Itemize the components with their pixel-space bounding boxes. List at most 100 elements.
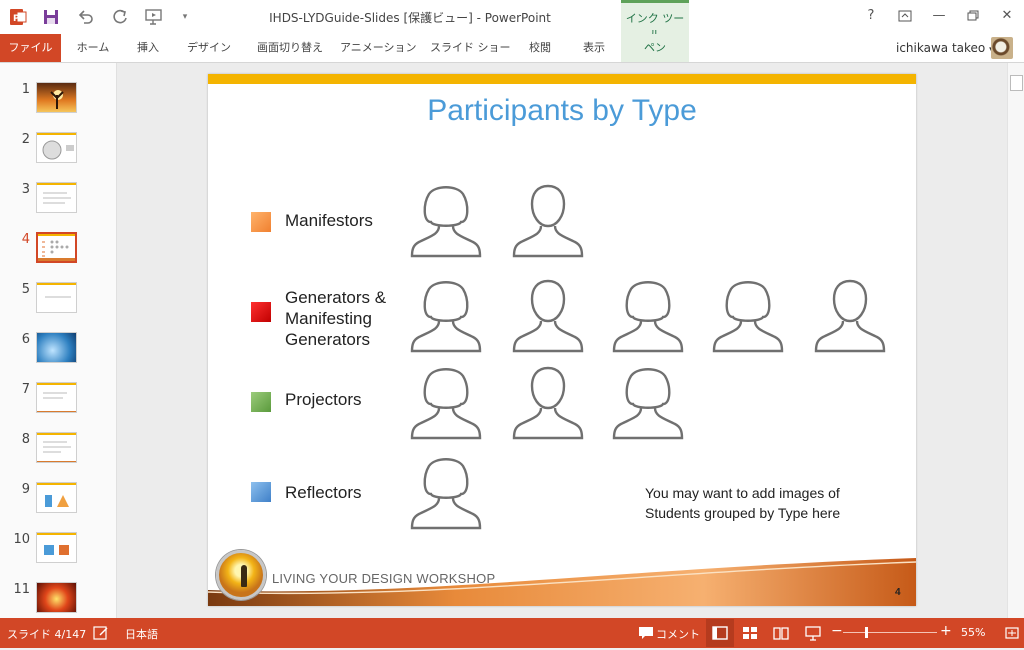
tab-transitions[interactable]: 画面切り替え — [250, 34, 330, 62]
thumbnail-image — [36, 182, 77, 213]
thumbnail-image — [36, 582, 77, 613]
restore-button[interactable] — [962, 6, 984, 26]
save-icon[interactable] — [41, 7, 63, 27]
thumbnail-number: 1 — [21, 82, 30, 97]
thumbnail-image — [36, 532, 77, 563]
generators-swatch — [251, 302, 271, 322]
thumbnail-number: 7 — [21, 382, 30, 397]
slide-number: 4 — [895, 587, 901, 598]
slide-canvas[interactable]: Participants by Type Manifestors Generat… — [208, 74, 916, 606]
reading-view-icon[interactable] — [772, 624, 790, 642]
footer-workshop-name[interactable]: LIVING YOUR DESIGN WORKSHOP — [272, 571, 495, 586]
thumbnail-image — [36, 232, 77, 263]
thumbnail-number: 3 — [21, 182, 30, 197]
tab-design[interactable]: デザイン — [182, 34, 236, 62]
thumbnail-number: 8 — [21, 432, 30, 447]
thumbnail-slide-1[interactable]: 1 — [0, 78, 116, 118]
tab-pen[interactable]: ペン — [621, 34, 689, 62]
female-person-icon[interactable] — [409, 184, 483, 258]
thumbnail-slide-6[interactable]: 6 — [0, 328, 116, 368]
thumbnail-slide-4[interactable]: 4 — [0, 228, 116, 268]
avatar[interactable] — [991, 37, 1013, 59]
slide-note-text[interactable]: You may want to add images of Students g… — [645, 483, 875, 523]
tab-slideshow[interactable]: スライド ショー — [430, 34, 511, 62]
male-person-icon[interactable] — [813, 279, 887, 353]
account-name-text: ichikawa takeo — [896, 41, 986, 55]
customize-qat-icon[interactable]: ▾ — [178, 7, 192, 27]
thumbnail-slide-10[interactable]: 10 — [0, 528, 116, 568]
thumbnail-slide-8[interactable]: 8 — [0, 428, 116, 468]
powerpoint-logo-icon[interactable]: P — [8, 7, 30, 27]
slide-position-indicator[interactable]: スライド 4/147 — [7, 626, 86, 642]
tab-view[interactable]: 表示 — [574, 34, 614, 62]
thumbnail-slide-2[interactable]: 2 — [0, 128, 116, 168]
thumbnail-slide-9[interactable]: 9 — [0, 478, 116, 518]
close-button[interactable]: ✕ — [996, 6, 1018, 26]
manifestors-swatch — [251, 212, 271, 232]
ribbon-display-options-button[interactable] — [894, 6, 916, 26]
female-person-icon[interactable] — [409, 366, 483, 440]
undo-icon[interactable] — [76, 7, 98, 27]
thumbnail-number: 4 — [21, 232, 30, 247]
slide-title[interactable]: Participants by Type — [208, 94, 916, 128]
thumbnail-image — [36, 382, 77, 413]
thumbnail-image — [36, 482, 77, 513]
male-person-icon[interactable] — [511, 184, 585, 258]
comments-button[interactable]: コメント — [656, 626, 700, 642]
thumbnail-number: 9 — [21, 482, 30, 497]
slide-sorter-view-icon[interactable] — [741, 624, 759, 642]
zoom-out-button[interactable]: − — [831, 623, 843, 639]
ribbon-tabs: ファイル ホーム 挿入 デザイン 画面切り替え アニメーション スライド ショー… — [0, 34, 1024, 63]
zoom-slider-track[interactable] — [843, 632, 937, 633]
redo-icon[interactable] — [110, 7, 132, 27]
language-indicator[interactable]: 日本語 — [125, 626, 158, 642]
reflectors-label[interactable]: Reflectors — [285, 482, 362, 503]
generators-label[interactable]: Generators & Manifesting Generators — [285, 287, 386, 350]
female-person-icon[interactable] — [409, 279, 483, 353]
spellcheck-notes-icon[interactable] — [92, 624, 110, 642]
tab-home[interactable]: ホーム — [68, 34, 118, 62]
manifestors-label[interactable]: Manifestors — [285, 210, 373, 231]
reflectors-swatch — [251, 482, 271, 502]
tab-file[interactable]: ファイル — [0, 34, 61, 62]
slideshow-from-start-icon[interactable] — [143, 7, 165, 27]
thumbnail-number: 6 — [21, 332, 30, 347]
thumbnail-slide-11[interactable]: 11 — [0, 578, 116, 618]
slide-top-accent-bar — [208, 74, 916, 84]
female-person-icon[interactable] — [611, 366, 685, 440]
slideshow-view-icon[interactable] — [804, 624, 822, 642]
female-person-icon[interactable] — [711, 279, 785, 353]
help-button[interactable]: ? — [860, 6, 882, 26]
male-person-icon[interactable] — [511, 366, 585, 440]
zoom-slider-thumb[interactable] — [865, 627, 868, 638]
slide-thumbnail-pane: 1 2 3 4 5 6 7 8 9 10 11 — [0, 63, 117, 618]
male-person-icon[interactable] — [511, 279, 585, 353]
thumbnail-slide-7[interactable]: 7 — [0, 378, 116, 418]
tab-review[interactable]: 校閲 — [520, 34, 560, 62]
thumbnail-number: 10 — [13, 532, 30, 547]
workshop-logo — [216, 550, 266, 600]
thumbnail-slide-3[interactable]: 3 — [0, 178, 116, 218]
comments-icon[interactable] — [637, 624, 655, 642]
thumbnail-number: 5 — [21, 282, 30, 297]
fit-slide-to-window-icon[interactable] — [1003, 624, 1021, 642]
thumbnail-slide-5[interactable]: 5 — [0, 278, 116, 318]
projectors-label[interactable]: Projectors — [285, 389, 362, 410]
minimize-button[interactable]: — — [928, 6, 950, 26]
ink-tools-contextual-label: インク ツール — [621, 0, 689, 41]
female-person-icon[interactable] — [611, 279, 685, 353]
scrollbar-thumb[interactable] — [1010, 75, 1023, 91]
thumbnail-number: 2 — [21, 132, 30, 147]
thumbnail-image — [36, 332, 77, 363]
title-bar: P ▾ IHDS-LYDGuide-Slides [保護ビュー] - Power… — [0, 0, 1024, 41]
zoom-in-button[interactable]: + — [940, 623, 952, 639]
zoom-level[interactable]: 55% — [961, 626, 985, 639]
thumbnail-number: 11 — [13, 582, 30, 597]
tab-insert[interactable]: 挿入 — [126, 34, 170, 62]
female-person-icon[interactable] — [409, 456, 483, 530]
tab-animations[interactable]: アニメーション — [340, 34, 417, 62]
vertical-scrollbar[interactable] — [1007, 63, 1024, 618]
account-name[interactable]: ichikawa takeo ▾ — [896, 34, 994, 62]
thumbnail-image — [36, 132, 77, 163]
normal-view-button[interactable] — [706, 619, 734, 647]
